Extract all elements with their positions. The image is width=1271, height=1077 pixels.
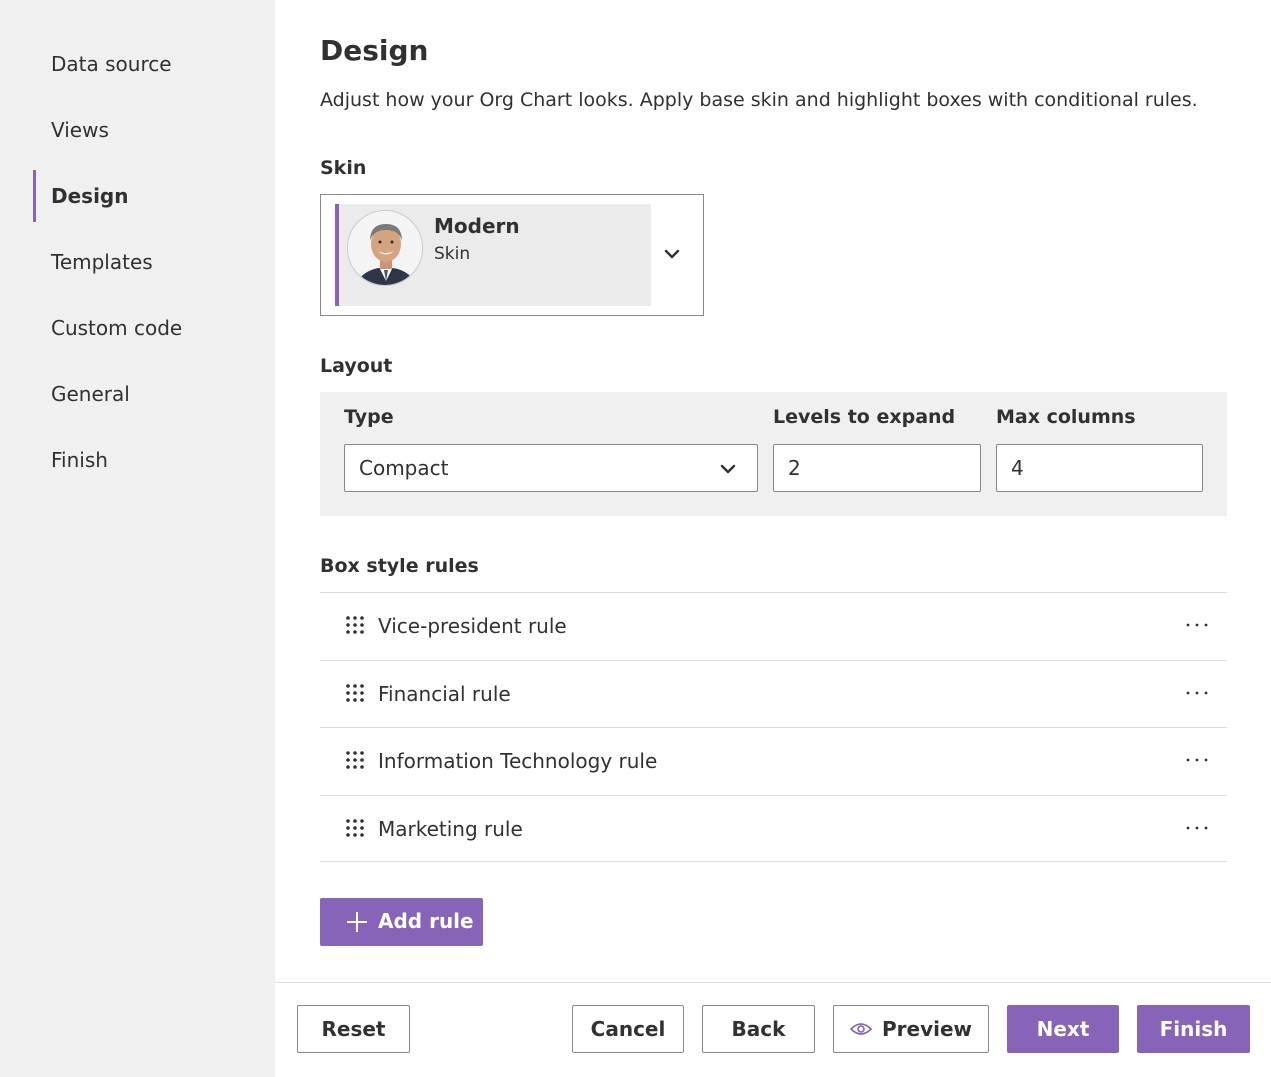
reset-button[interactable]: Reset xyxy=(297,1005,410,1053)
plus-icon xyxy=(347,912,367,932)
list-item[interactable]: Marketing rule xyxy=(320,794,1227,862)
rule-label: Information Technology rule xyxy=(378,749,658,773)
add-rule-label: Add rule xyxy=(378,909,474,933)
more-options-icon[interactable] xyxy=(1185,683,1209,703)
drag-handle-icon[interactable] xyxy=(344,749,366,771)
list-item[interactable]: Financial rule xyxy=(320,659,1227,728)
page-description: Adjust how your Org Chart looks. Apply b… xyxy=(320,89,1198,111)
list-item[interactable]: Information Technology rule xyxy=(320,727,1227,795)
main-panel: Design Adjust how your Org Chart looks. … xyxy=(275,0,1271,1077)
chevron-down-icon xyxy=(720,464,736,474)
sidebar-item-finish[interactable]: Finish xyxy=(33,434,275,486)
cancel-button[interactable]: Cancel xyxy=(572,1005,684,1053)
more-options-icon[interactable] xyxy=(1185,615,1209,635)
more-options-icon[interactable] xyxy=(1185,818,1209,838)
drag-handle-icon[interactable] xyxy=(344,817,366,839)
sidebar-item-data-source[interactable]: Data source xyxy=(33,38,275,90)
page-title: Design xyxy=(320,34,429,67)
sidebar-item-templates[interactable]: Templates xyxy=(33,236,275,288)
sidebar-item-design[interactable]: Design xyxy=(33,170,275,222)
max-columns-label: Max columns xyxy=(996,406,1136,428)
next-button[interactable]: Next xyxy=(1007,1005,1119,1053)
sidebar-item-views[interactable]: Views xyxy=(33,104,275,156)
rule-label: Vice-president rule xyxy=(378,614,567,638)
levels-to-expand-input[interactable]: 2 xyxy=(773,444,981,492)
preview-button[interactable]: Preview xyxy=(833,1005,989,1053)
finish-button[interactable]: Finish xyxy=(1137,1005,1250,1053)
rule-label: Financial rule xyxy=(378,681,511,706)
footer-divider xyxy=(275,982,1271,983)
back-button[interactable]: Back xyxy=(702,1005,815,1053)
skin-dropdown[interactable]: Modern Skin xyxy=(320,194,704,316)
rules-list: Vice-president rule Financial rule Infor xyxy=(320,592,1227,862)
eye-icon xyxy=(849,1023,872,1035)
more-options-icon[interactable] xyxy=(1185,750,1209,770)
skin-subtitle: Skin xyxy=(434,244,471,264)
sidebar: Data source Views Design Templates Custo… xyxy=(0,0,275,1077)
skin-name: Modern xyxy=(434,214,520,238)
preview-label: Preview xyxy=(881,1017,973,1041)
add-rule-button[interactable]: Add rule xyxy=(320,898,483,946)
layout-type-select[interactable]: Compact xyxy=(344,444,758,492)
skin-card: Modern Skin xyxy=(335,204,651,306)
rules-section-label: Box style rules xyxy=(320,555,479,577)
chevron-down-icon[interactable] xyxy=(661,243,683,265)
sidebar-item-general[interactable]: General xyxy=(33,368,275,420)
avatar xyxy=(347,210,423,286)
sidebar-item-custom-code[interactable]: Custom code xyxy=(33,302,275,354)
skin-section-label: Skin xyxy=(320,157,367,179)
type-label: Type xyxy=(344,406,394,428)
list-item[interactable]: Vice-president rule xyxy=(320,592,1227,660)
levels-label: Levels to expand xyxy=(773,406,956,428)
layout-section-label: Layout xyxy=(320,355,393,377)
drag-handle-icon[interactable] xyxy=(344,682,366,704)
drag-handle-icon[interactable] xyxy=(344,614,366,636)
rule-label: Marketing rule xyxy=(378,816,523,841)
layout-type-value: Compact xyxy=(359,456,449,480)
max-columns-input[interactable]: 4 xyxy=(996,444,1203,492)
layout-panel: Type Levels to expand Max columns Compac… xyxy=(320,392,1227,516)
